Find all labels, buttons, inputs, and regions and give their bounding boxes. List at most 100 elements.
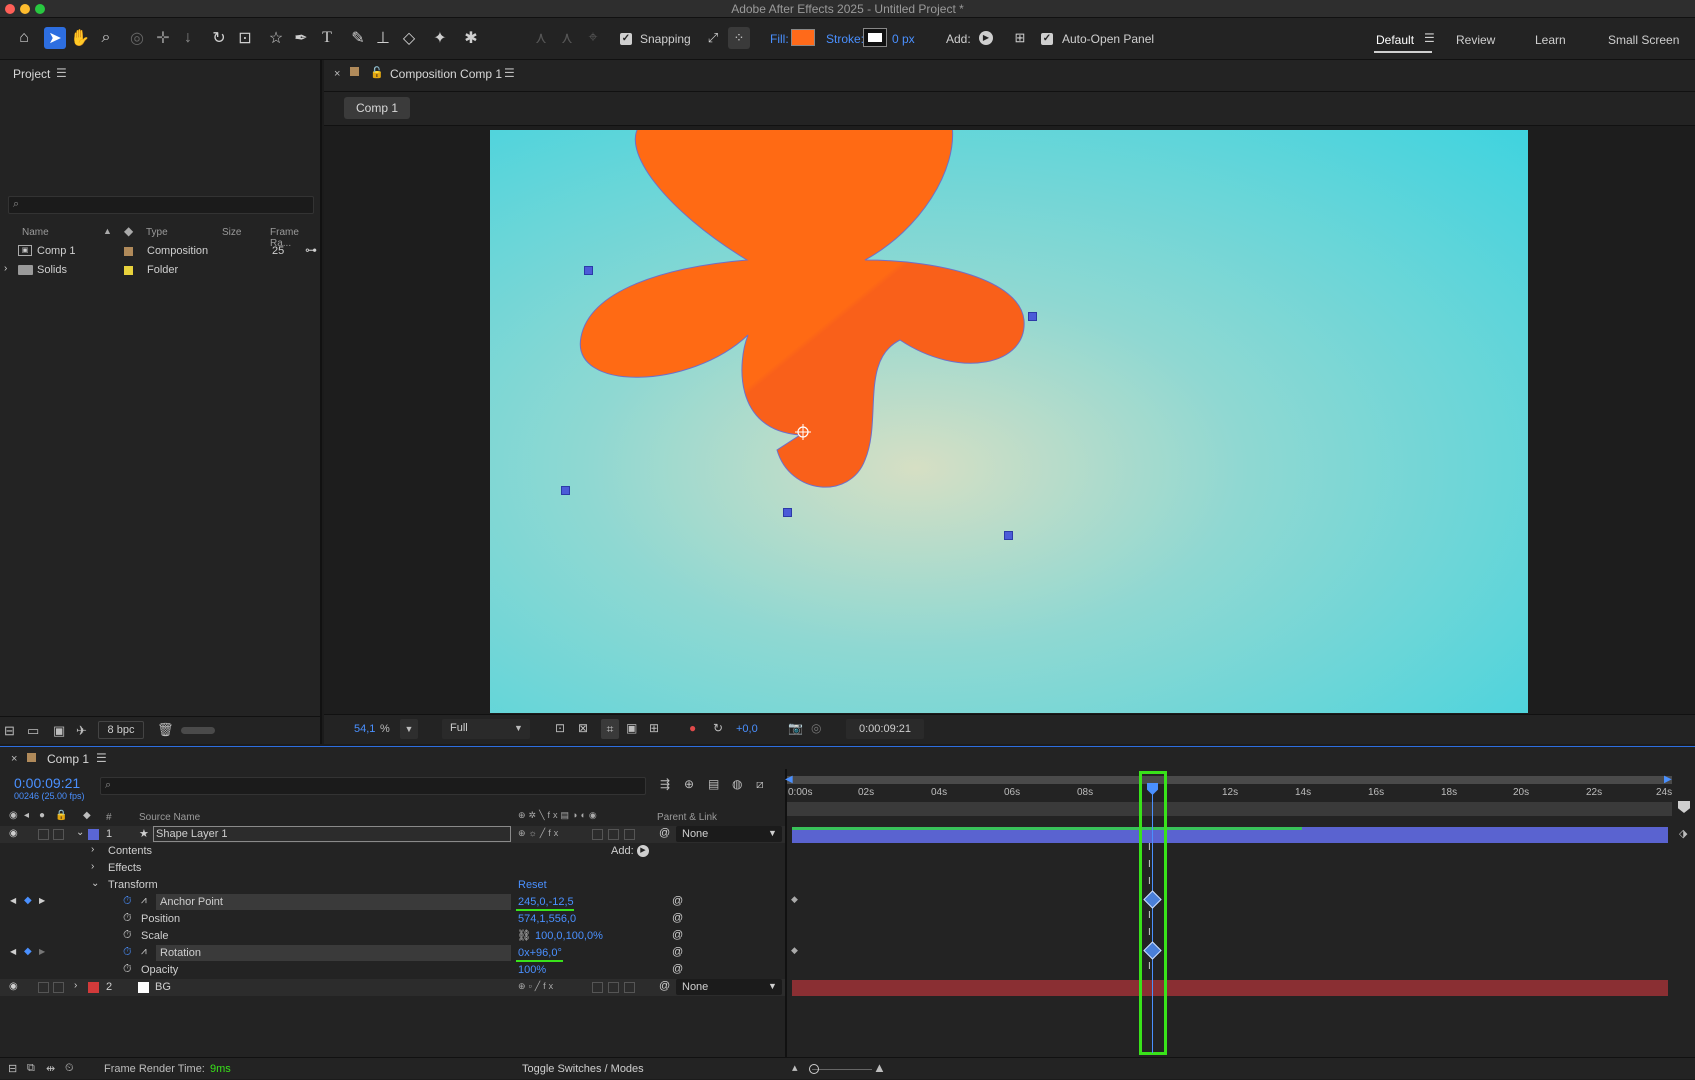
layer-search-input[interactable]: ⌕ — [100, 777, 646, 795]
label-tag-icon[interactable]: ◆ — [83, 810, 91, 821]
lock-switch[interactable] — [53, 829, 64, 840]
transform-group-row[interactable]: ⌄ Transform Reset — [0, 877, 786, 894]
brush-tool-icon[interactable]: ✎ — [347, 27, 369, 49]
frame-blend-switch[interactable] — [592, 829, 603, 840]
stroke-width-value[interactable]: 0 px — [892, 32, 915, 46]
region-of-interest-icon[interactable]: ▣ — [626, 721, 637, 735]
new-composition-icon[interactable]: ▣ — [53, 723, 65, 739]
property-row-scale[interactable]: ⏱ Scale ⛓ 100,0,100,0% @ — [0, 928, 786, 945]
timeline-tab-title[interactable]: Comp 1 — [47, 752, 89, 766]
axis-local-icon[interactable]: ⋏ — [530, 27, 552, 49]
column-name[interactable]: Name — [22, 227, 49, 238]
transfer-controls-toggle-icon[interactable]: ⧉ — [27, 1062, 35, 1075]
anchor-point-value[interactable]: 245,0,-12,5 — [518, 896, 574, 908]
project-panel-title[interactable]: Project — [13, 67, 50, 81]
current-time-display[interactable]: 0:00:09:21 — [14, 775, 80, 791]
composition-tab-title[interactable]: Composition Comp 1 — [390, 67, 502, 81]
workspace-default[interactable]: Default — [1376, 33, 1414, 47]
pick-whip-icon[interactable]: @ — [672, 946, 683, 958]
lock-icon[interactable]: 🔓 — [370, 66, 384, 79]
stopwatch-icon[interactable]: ⏱ — [123, 929, 132, 942]
eraser-tool-icon[interactable]: ◇ — [398, 27, 420, 49]
audio-switch-header-icon[interactable]: ◂ — [24, 810, 29, 821]
property-row-opacity[interactable]: ⏱ Opacity 100% @ — [0, 962, 786, 979]
layer-row-shape[interactable]: ◉ ⌄ 1 ★ Shape Layer 1 ⊕☼╱fx @ None ▼ — [0, 826, 786, 843]
solo-switch-header-icon[interactable]: ● — [39, 810, 45, 821]
layer-switches[interactable]: ⊕▫╱fx — [518, 981, 556, 992]
resolution-dropdown[interactable]: Full ▼ — [442, 719, 530, 739]
switches-header-icons[interactable]: ⊕✲╲fx▤◑◐◉ — [518, 810, 600, 821]
add-menu-icon[interactable]: ▶ — [979, 31, 993, 45]
bit-depth-button[interactable]: 8 bpc — [98, 721, 144, 739]
in-out-toggle-icon[interactable]: ⇹ — [46, 1062, 55, 1075]
work-area-end-icon[interactable]: ▶ — [1664, 774, 1672, 785]
type-tool-icon[interactable]: T — [316, 27, 338, 49]
snap-features-icon[interactable]: ⁘ — [728, 27, 750, 49]
color-channels-icon[interactable]: ● — [689, 721, 696, 735]
stopwatch-icon[interactable]: ⏱ — [123, 946, 132, 959]
close-tab-icon[interactable]: × — [11, 753, 17, 765]
label-tag-icon[interactable]: ◆ — [124, 224, 133, 238]
workspace-review[interactable]: Review — [1456, 33, 1495, 47]
pen-tool-icon[interactable]: ✒ — [290, 27, 312, 49]
comp-marker-bin-icon[interactable] — [1678, 801, 1690, 813]
parent-dropdown[interactable]: None ▼ — [676, 826, 782, 842]
stopwatch-icon[interactable]: ⏱ — [123, 912, 132, 925]
layer-switches-toggle-icon[interactable]: ⊟ — [8, 1062, 17, 1075]
fast-previews-icon[interactable]: ⊡ — [555, 721, 565, 735]
workspace-small-screen[interactable]: Small Screen — [1608, 33, 1679, 47]
pick-whip-icon[interactable]: @ — [672, 963, 683, 975]
property-row-anchor-point[interactable]: ◀ ◆ ▶ ⏱ ⩘ Anchor Point 245,0,-12,5 @ — [0, 894, 786, 911]
keyframe-icon[interactable]: ◆ — [791, 945, 798, 956]
add-menu-icon[interactable]: ▶ — [637, 845, 649, 857]
project-item-comp[interactable]: ▣ Comp 1 Composition 25 ⊶ — [0, 243, 320, 261]
pan-behind-tool-icon[interactable]: ⊡ — [234, 27, 256, 49]
stopwatch-icon[interactable]: ⏱ — [123, 895, 132, 908]
pick-whip-icon[interactable]: @ — [659, 827, 670, 839]
toggle-switches-modes-button[interactable]: Toggle Switches / Modes — [522, 1063, 644, 1075]
workspace-learn[interactable]: Learn — [1535, 33, 1566, 47]
project-item-solids[interactable]: › Solids Folder — [0, 262, 320, 280]
pick-whip-icon[interactable]: @ — [672, 929, 683, 941]
expand-chevron-icon[interactable]: › — [91, 844, 94, 855]
frame-blending-icon[interactable]: ▤ — [708, 777, 719, 791]
next-keyframe-icon[interactable]: ▶ — [39, 947, 45, 956]
exposure-value[interactable]: +0,0 — [736, 723, 758, 735]
scale-value[interactable]: 100,0,100,0% — [535, 930, 603, 942]
effects-group-row[interactable]: › Effects — [0, 860, 786, 877]
source-name-header[interactable]: Source Name — [139, 812, 200, 823]
zoom-tool-icon[interactable]: ⌕ — [95, 27, 117, 49]
zoom-dropdown-icon[interactable]: ▼ — [400, 719, 418, 739]
time-zoom-slider-track[interactable] — [812, 1069, 872, 1070]
bezier-handle[interactable] — [561, 486, 570, 495]
expand-chevron-icon[interactable]: › — [74, 980, 77, 991]
opacity-value[interactable]: 100% — [518, 964, 546, 976]
trash-icon[interactable]: 🗑 — [157, 722, 174, 738]
new-folder-icon[interactable]: ▭ — [27, 723, 39, 739]
previous-keyframe-icon[interactable]: ◀ — [10, 896, 16, 905]
pick-whip-icon[interactable]: @ — [672, 895, 683, 907]
dolly-camera-icon[interactable]: ↓ — [177, 27, 199, 49]
video-switch-header-icon[interactable]: ◉ — [9, 810, 18, 821]
work-area-start-icon[interactable]: ◀ — [785, 774, 793, 785]
universal-gizmo-icon[interactable]: ⊞ — [1009, 27, 1031, 49]
previous-keyframe-icon[interactable]: ◀ — [10, 947, 16, 956]
guides-options-icon[interactable]: ⊞ — [649, 721, 659, 735]
bezier-handle[interactable] — [584, 266, 593, 275]
shape-layer-duration-bar[interactable] — [792, 827, 1668, 843]
bezier-handle[interactable] — [1004, 531, 1013, 540]
interpret-footage-icon[interactable]: ⊟ — [4, 723, 15, 739]
snap-edges-icon[interactable]: ⤢ — [702, 27, 724, 49]
home-icon[interactable]: ⌂ — [13, 27, 35, 49]
comp-navigator-button[interactable]: Comp 1 — [344, 97, 411, 119]
layer-name[interactable]: BG — [155, 981, 171, 993]
layer-name-field[interactable]: Shape Layer 1 — [153, 826, 511, 842]
transparency-grid-icon[interactable]: ⊠ — [578, 721, 588, 735]
show-snapshot-icon[interactable]: ◎ — [811, 721, 821, 735]
auto-open-panel-checkbox[interactable]: ✓ — [1041, 33, 1053, 45]
expand-chevron-icon[interactable]: ⌄ — [91, 878, 99, 889]
time-zoom-slider-thumb[interactable] — [809, 1064, 819, 1074]
motion-blur-switch[interactable] — [608, 829, 619, 840]
label-color-swatch[interactable] — [88, 829, 99, 840]
panel-menu-icon[interactable]: ☰ — [56, 66, 67, 80]
